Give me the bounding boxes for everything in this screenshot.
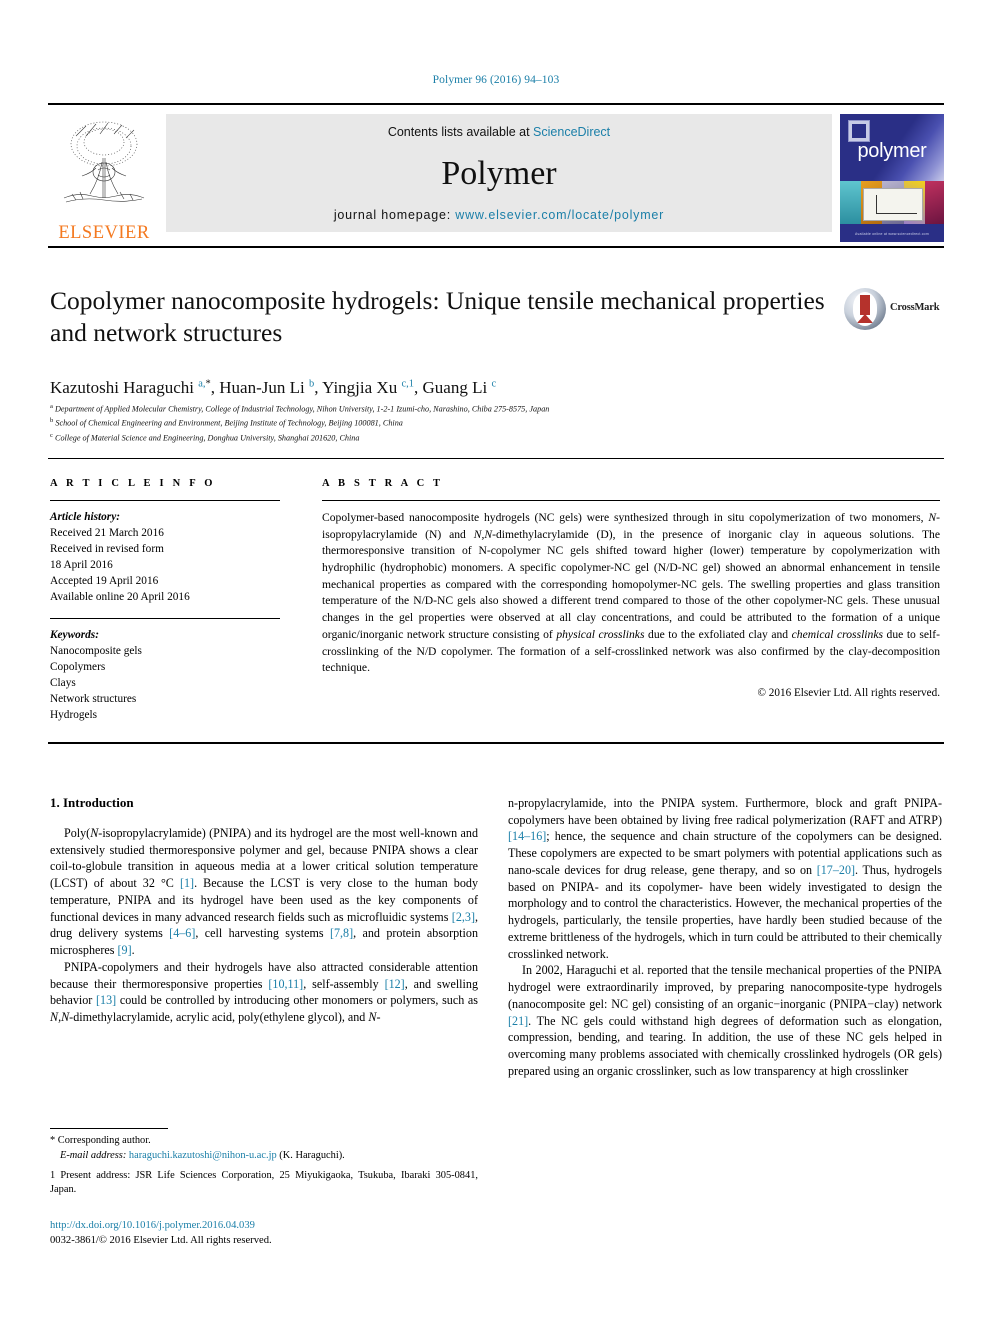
keywords-block: Keywords: Nanocomposite gels Copolymers … — [50, 627, 280, 723]
elsevier-logo: ELSEVIER — [48, 114, 160, 242]
affiliation-text-a: Department of Applied Molecular Chemistr… — [54, 404, 550, 414]
article-info-section: A R T I C L E I N F O Article history: R… — [50, 478, 280, 723]
elsevier-tree-icon — [63, 121, 145, 203]
journal-article-page: Polymer 96 (2016) 94–103 ELSEVIER Conten… — [0, 0, 992, 1323]
footnote-block: * Corresponding author. E-mail address: … — [50, 1128, 478, 1198]
affiliation-mark-a: a — [50, 403, 53, 410]
issn-copyright-line: 0032-3861/© 2016 Elsevier Ltd. All right… — [50, 1235, 272, 1247]
footnote-corresponding-author: * Corresponding author. E-mail address: … — [50, 1134, 478, 1164]
abstract-section: A B S T R A C T Copolymer-based nanocomp… — [322, 478, 940, 699]
article-history-block: Article history: Received 21 March 2016 … — [50, 509, 280, 605]
affiliation-item: b School of Chemical Engineering and Env… — [50, 416, 880, 430]
corresponding-author-line: * Corresponding author. — [50, 1135, 151, 1146]
keyword-item: Network structures — [50, 693, 137, 706]
cover-swatch-5 — [925, 180, 944, 225]
elsevier-wordmark: ELSEVIER — [58, 222, 150, 243]
crossmark-triangle-shape — [857, 314, 873, 323]
affiliation-list: a Department of Applied Molecular Chemis… — [50, 402, 880, 445]
email-label: E-mail address: — [60, 1149, 127, 1161]
affiliation-text-b: School of Chemical Engineering and Envir… — [55, 419, 403, 429]
email-owner: (K. Haraguchi). — [279, 1149, 345, 1161]
history-line: 18 April 2016 — [50, 559, 113, 572]
journal-cover-thumbnail[interactable]: polymer Available online at www.scienced… — [840, 114, 944, 242]
abstract-text: Copolymer-based nanocomposite hydrogels … — [322, 511, 940, 675]
homepage-url-link[interactable]: www.elsevier.com/locate/polymer — [455, 208, 664, 222]
affiliation-text-c: College of Material Science and Engineer… — [54, 433, 360, 443]
email-line: E-mail address: haraguchi.kazutoshi@niho… — [50, 1149, 478, 1164]
doi-block: http://dx.doi.org/10.1016/j.polymer.2016… — [50, 1218, 510, 1249]
crossmark-bar-shape — [860, 295, 870, 315]
affiliation-mark-b: b — [50, 417, 54, 425]
abstract-heading-rule — [322, 500, 940, 501]
homepage-prefix: journal homepage: — [333, 208, 456, 222]
keyword-item: Nanocomposite gels — [50, 645, 142, 658]
crossmark-inner-icon — [853, 292, 877, 326]
paragraph: Poly(N-isopropylacrylamide) (PNIPA) and … — [50, 826, 478, 958]
running-head: Polymer 96 (2016) 94–103 — [432, 74, 560, 86]
history-line: Received 21 March 2016 — [50, 527, 164, 540]
cover-publisher-logo-icon — [848, 120, 870, 142]
section-heading-introduction: 1. Introduction — [50, 795, 134, 810]
paragraph: n-propylacrylamide, into the PNIPA syste… — [508, 796, 942, 961]
body-column-left: 1. Introduction Poly(N-isopropylacrylami… — [50, 795, 478, 1026]
article-info-heading-rule — [50, 500, 280, 501]
paragraph: In 2002, Haraguchi et al. reported that … — [508, 963, 942, 1078]
title-divider — [48, 246, 944, 248]
keywords-label: Keywords: — [50, 629, 99, 642]
cover-swatch-1 — [840, 180, 861, 225]
info-divider — [48, 458, 944, 459]
affiliation-item: a Department of Applied Molecular Chemis… — [50, 402, 880, 416]
cover-inset-chart — [862, 188, 924, 221]
abstract-bottom-divider — [48, 742, 944, 744]
abstract-copyright: © 2016 Elsevier Ltd. All rights reserved… — [757, 686, 941, 699]
doi-link[interactable]: http://dx.doi.org/10.1016/j.polymer.2016… — [50, 1218, 510, 1233]
email-link[interactable]: haraguchi.kazutoshi@nihon-u.ac.jp — [129, 1150, 277, 1161]
author-list: Kazutoshi Haraguchi a,*, Huan-Jun Li b, … — [50, 378, 497, 397]
journal-masthead: ELSEVIER Contents lists available at Sci… — [48, 103, 944, 242]
journal-banner: Contents lists available at ScienceDirec… — [166, 114, 832, 232]
keyword-item: Clays — [50, 677, 76, 690]
abstract-heading: A B S T R A C T — [322, 478, 444, 489]
cover-journal-title: polymer — [857, 140, 927, 162]
footnote-divider — [50, 1128, 168, 1129]
crossmark-label: CrossMark — [890, 302, 940, 313]
keyword-item: Copolymers — [50, 661, 106, 674]
title-area: Copolymer nanocomposite hydrogels: Uniqu… — [50, 285, 840, 349]
article-info-heading: A R T I C L E I N F O — [50, 478, 216, 489]
contents-lists-line: Contents lists available at ScienceDirec… — [166, 125, 832, 139]
journal-title: Polymer — [441, 154, 557, 192]
history-line: Accepted 19 April 2016 — [50, 575, 159, 588]
affiliation-mark-c: c — [50, 431, 53, 439]
contents-lists-prefix: Contents lists available at — [387, 125, 534, 139]
crossmark-ring-icon — [844, 288, 886, 330]
paragraph: PNIPA-copolymers and their hydrogels hav… — [50, 959, 478, 1025]
keyword-item: Hydrogels — [50, 709, 98, 722]
history-line: Received in revised form — [50, 543, 164, 556]
crossmark-badge[interactable]: CrossMark — [844, 288, 944, 334]
sciencedirect-link[interactable]: ScienceDirect — [533, 125, 610, 139]
cover-footer-text: Available online at www.sciencedirect.co… — [855, 232, 929, 236]
journal-homepage-line: journal homepage: www.elsevier.com/locat… — [166, 208, 832, 222]
article-history-label: Article history: — [50, 511, 120, 523]
affiliation-item: c College of Material Science and Engine… — [50, 431, 880, 445]
footnote-present-address: 1 Present address: JSR Life Sciences Cor… — [50, 1169, 478, 1196]
body-column-right: n-propylacrylamide, into the PNIPA syste… — [508, 795, 942, 1079]
page-title: Copolymer nanocomposite hydrogels: Uniqu… — [50, 286, 825, 348]
history-line: Available online 20 April 2016 — [50, 591, 190, 604]
keywords-divider — [50, 618, 280, 620]
